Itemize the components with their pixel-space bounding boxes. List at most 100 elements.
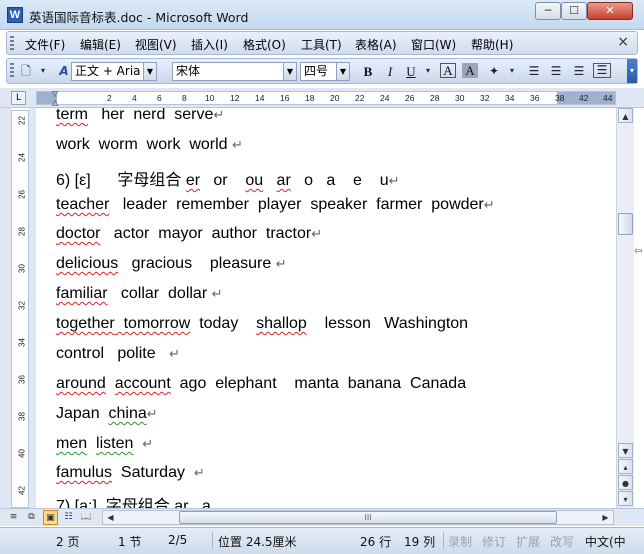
misspelled-word[interactable]: ar bbox=[277, 172, 291, 189]
menu-help[interactable]: 帮助(H) bbox=[471, 36, 513, 53]
menu-tools[interactable]: 工具(T) bbox=[301, 36, 342, 53]
misspelled-word[interactable]: shallop bbox=[256, 315, 307, 332]
status-language[interactable]: 中文(中 bbox=[585, 533, 626, 550]
misspelled-word[interactable]: account bbox=[115, 375, 171, 392]
menu-window[interactable]: 窗口(W) bbox=[411, 36, 456, 53]
menu-table[interactable]: 表格(A) bbox=[355, 36, 397, 53]
web-layout-view-icon[interactable]: ⧉ bbox=[24, 510, 39, 525]
text-line[interactable]: around account ago elephant manta banana… bbox=[56, 375, 466, 393]
vertical-scroll-thumb[interactable] bbox=[618, 213, 633, 235]
font-size-value: 四号 bbox=[304, 64, 329, 78]
scroll-right-icon[interactable]: ▶ bbox=[598, 511, 613, 524]
char-scaling-options-icon[interactable]: ▾ bbox=[503, 63, 521, 79]
menu-bar: 文件(F) 编辑(E) 视图(V) 插入(I) 格式(O) 工具(T) 表格(A… bbox=[6, 31, 638, 55]
print-layout-view-icon[interactable]: ▣ bbox=[43, 510, 58, 525]
misspelled-word[interactable]: ou bbox=[245, 172, 263, 189]
normal-view-icon[interactable]: ≡ bbox=[6, 510, 21, 525]
vertical-scrollbar[interactable]: ▲ ▼ ▴ ● ▾ bbox=[616, 108, 634, 508]
maximize-button[interactable]: ☐ bbox=[561, 2, 587, 20]
horizontal-scroll-thumb[interactable]: III bbox=[179, 511, 557, 524]
menu-edit[interactable]: 编辑(E) bbox=[80, 36, 121, 53]
text-line[interactable]: term her nerd serve↵ bbox=[56, 108, 224, 124]
text-line[interactable]: familiar collar dollar ↵ bbox=[56, 285, 223, 303]
scroll-down-icon[interactable]: ▼ bbox=[618, 443, 633, 458]
chevron-down-icon[interactable]: ▼ bbox=[143, 63, 156, 80]
char-border-button[interactable]: A bbox=[440, 63, 456, 78]
text-line[interactable]: men listen ↵ bbox=[56, 435, 153, 453]
status-extend-selection[interactable]: 扩展 bbox=[516, 533, 540, 550]
align-right-icon[interactable]: ☰ bbox=[570, 63, 588, 79]
char-scaling-icon[interactable]: ✦ bbox=[485, 63, 503, 79]
horizontal-ruler[interactable]: 2 4 6 8 10 12 14 16 18 20 22 24 26 28 30… bbox=[36, 91, 616, 105]
grammar-flagged-word[interactable]: listen bbox=[96, 435, 133, 452]
scroll-up-icon[interactable]: ▲ bbox=[618, 108, 633, 123]
text-line[interactable]: Japan china↵ bbox=[56, 405, 158, 423]
underline-button[interactable]: U bbox=[402, 63, 420, 80]
align-left-icon[interactable]: ☰ bbox=[525, 63, 543, 79]
grammar-flagged-word[interactable]: china bbox=[108, 405, 146, 422]
close-document-button[interactable]: × bbox=[617, 34, 629, 50]
vruler-number: 42 bbox=[17, 486, 27, 495]
close-button[interactable]: ✕ bbox=[587, 2, 633, 20]
menu-grip-handle[interactable] bbox=[10, 36, 14, 51]
menu-view[interactable]: 视图(V) bbox=[135, 36, 177, 53]
font-size-select[interactable]: 四号 ▼ bbox=[300, 62, 350, 81]
toolbar-grip-handle[interactable] bbox=[10, 63, 14, 78]
misspelled-word[interactable]: tomorrow bbox=[115, 315, 191, 332]
outline-view-icon[interactable]: ☷ bbox=[61, 510, 76, 525]
underline-options-icon[interactable]: ▾ bbox=[419, 63, 437, 79]
misspelled-word[interactable]: doctor bbox=[56, 225, 100, 242]
misspelled-word[interactable]: delicious bbox=[56, 255, 118, 272]
text-run: today bbox=[190, 315, 257, 332]
text-line[interactable]: teacher leader remember player speaker f… bbox=[56, 196, 495, 214]
text-line[interactable]: together tomorrow today shallop lesson W… bbox=[56, 315, 468, 333]
menu-file[interactable]: 文件(F) bbox=[25, 36, 65, 53]
toolbar-options-icon[interactable]: ▾ bbox=[34, 63, 52, 79]
chevron-down-icon[interactable]: ▼ bbox=[336, 63, 349, 80]
text-line[interactable]: famulus Saturday ↵ bbox=[56, 464, 205, 482]
text-line[interactable]: control polite ↵ bbox=[56, 345, 180, 363]
text-line[interactable]: work worm work world ↵ bbox=[56, 136, 243, 154]
document-page[interactable]: term her nerd serve↵ work worm work worl… bbox=[36, 108, 616, 508]
word-app-icon[interactable]: W bbox=[7, 7, 23, 23]
next-page-icon[interactable]: ▾ bbox=[618, 491, 633, 506]
text-line[interactable]: 7) [a:] 字母组合 ar a bbox=[56, 492, 211, 508]
minimize-button[interactable]: ─ bbox=[535, 2, 561, 20]
text-line[interactable]: doctor actor mayor author tractor↵ bbox=[56, 225, 322, 243]
bold-button[interactable]: B bbox=[359, 63, 377, 80]
new-document-icon[interactable]: 🗋 bbox=[17, 63, 35, 79]
misspelled-word[interactable]: teacher bbox=[56, 196, 109, 213]
misspelled-word[interactable]: er bbox=[186, 172, 200, 189]
reading-layout-view-icon[interactable]: 📖 bbox=[79, 510, 94, 525]
scroll-left-icon[interactable]: ◀ bbox=[103, 511, 118, 524]
justify-icon[interactable]: ☰ bbox=[593, 63, 611, 78]
menu-format[interactable]: 格式(O) bbox=[243, 36, 286, 53]
select-browse-object-icon[interactable]: ● bbox=[618, 475, 633, 490]
text-line[interactable]: delicious gracious pleasure ↵ bbox=[56, 255, 287, 273]
split-handle-icon[interactable]: ⇦ bbox=[634, 246, 642, 257]
text-line[interactable]: 6) [ε] 字母组合 er or ou ar o a e u↵ bbox=[56, 166, 400, 190]
chevron-down-icon[interactable]: ▼ bbox=[283, 63, 296, 80]
style-select[interactable]: 正文 + Aria ▼ bbox=[71, 62, 157, 81]
status-record-macro[interactable]: 录制 bbox=[448, 533, 472, 550]
italic-button[interactable]: I bbox=[381, 63, 399, 80]
char-shading-button[interactable]: A bbox=[462, 63, 478, 78]
status-track-changes[interactable]: 修订 bbox=[482, 533, 506, 550]
toolbar-overflow-icon[interactable]: ▾ bbox=[627, 59, 637, 83]
misspelled-word[interactable]: term bbox=[56, 108, 88, 123]
misspelled-word[interactable]: together bbox=[56, 315, 115, 332]
status-overtype[interactable]: 改写 bbox=[550, 533, 574, 550]
grammar-flagged-word[interactable]: men bbox=[56, 435, 87, 452]
vertical-ruler[interactable]: 22 24 26 28 30 32 34 36 38 40 42 bbox=[11, 110, 29, 508]
horizontal-scrollbar[interactable]: ◀ III ▶ bbox=[102, 510, 614, 525]
misspelled-word[interactable]: around bbox=[56, 375, 106, 392]
misspelled-word[interactable]: ar bbox=[174, 498, 188, 508]
align-center-icon[interactable]: ☰ bbox=[547, 63, 565, 79]
misspelled-word[interactable]: familiar bbox=[56, 285, 108, 302]
misspelled-word[interactable]: famulus bbox=[56, 464, 112, 481]
font-select[interactable]: 宋体 ▼ bbox=[172, 62, 297, 81]
previous-page-icon[interactable]: ▴ bbox=[618, 459, 633, 474]
indent-marker-icon[interactable]: ▽ △ bbox=[50, 89, 60, 107]
tab-selector-icon[interactable]: L bbox=[11, 91, 26, 105]
menu-insert[interactable]: 插入(I) bbox=[191, 36, 228, 53]
